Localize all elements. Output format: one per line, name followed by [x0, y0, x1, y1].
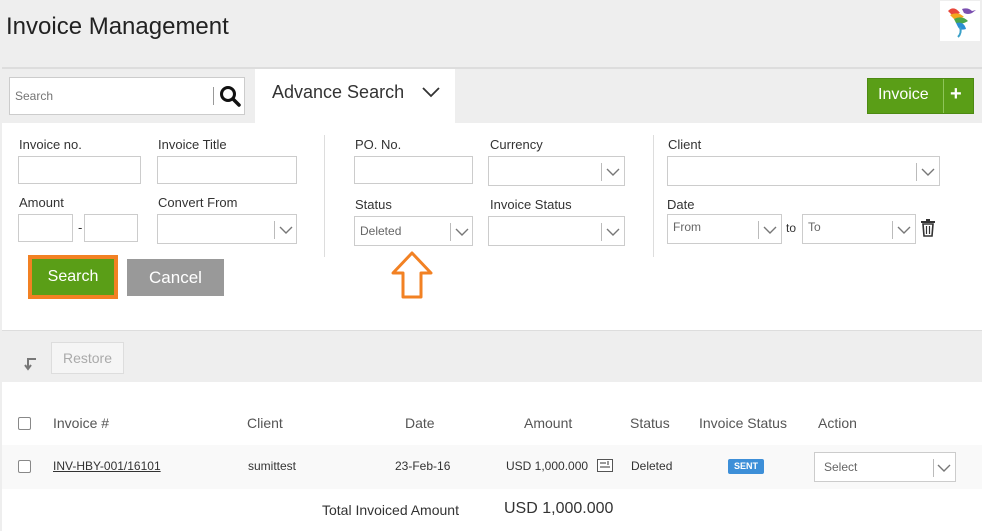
- date-label: Date: [667, 197, 695, 212]
- filter-divider: [324, 135, 325, 257]
- toolbar: Advance Search Invoice +: [2, 69, 982, 123]
- invoice-status-badge: SENT: [728, 459, 764, 474]
- row-date: 23-Feb-16: [395, 459, 451, 473]
- restore-button-label: Restore: [62, 350, 113, 366]
- page-title: Invoice Management: [6, 13, 229, 40]
- chevron-down-icon: [606, 228, 620, 236]
- client-label: Client: [668, 137, 702, 152]
- chevron-down-icon: [937, 464, 951, 472]
- chevron-down-icon: [897, 226, 911, 234]
- select-divider: [274, 221, 275, 239]
- select-divider: [916, 163, 917, 181]
- amount-dash: -: [78, 220, 83, 235]
- currency-label: Currency: [490, 137, 543, 152]
- amount-from-input[interactable]: [18, 214, 73, 242]
- chevron-down-icon: [455, 228, 469, 236]
- search-divider: [213, 87, 214, 105]
- date-from-value: From: [673, 220, 701, 234]
- plus-icon: +: [950, 83, 962, 105]
- select-divider: [450, 223, 451, 241]
- client-select[interactable]: [667, 156, 940, 186]
- row-action-select[interactable]: Select: [814, 452, 956, 482]
- column-header-invoice-no[interactable]: Invoice #: [53, 415, 109, 431]
- date-from-select[interactable]: From: [667, 214, 782, 244]
- search-button[interactable]: Search: [28, 255, 118, 299]
- row-client: sumittest: [248, 459, 297, 473]
- chevron-down-icon: [422, 87, 440, 98]
- select-divider: [933, 459, 934, 477]
- invoice-number-link[interactable]: INV-HBY-001/16101: [53, 459, 161, 473]
- invoice-title-label: Invoice Title: [158, 137, 227, 152]
- search-icon[interactable]: [219, 85, 241, 107]
- select-all-checkbox[interactable]: [18, 417, 31, 430]
- invoice-panel: Advance Search Invoice + Invoice no. Inv…: [2, 67, 982, 531]
- select-divider: [601, 223, 602, 241]
- hummingbird-logo-icon: [940, 1, 980, 41]
- restore-button[interactable]: Restore: [51, 342, 124, 374]
- total-invoiced-label: Total Invoiced Amount: [322, 502, 459, 518]
- date-to-text: to: [786, 221, 797, 235]
- column-header-action: Action: [818, 415, 857, 431]
- po-no-label: PO. No.: [355, 137, 402, 152]
- bulk-action-bar: Restore: [2, 330, 982, 382]
- select-divider: [758, 221, 759, 239]
- amount-label: Amount: [19, 195, 64, 210]
- row-amount: USD 1,000.000: [506, 459, 589, 473]
- status-label: Status: [355, 197, 392, 212]
- column-header-client[interactable]: Client: [247, 415, 283, 431]
- cancel-button-label: Cancel: [149, 268, 202, 287]
- date-to-value: To: [808, 220, 821, 234]
- chevron-down-icon: [279, 226, 293, 234]
- corner-arrow-icon[interactable]: [22, 355, 38, 371]
- amount-to-input[interactable]: [84, 214, 138, 242]
- column-header-date[interactable]: Date: [405, 415, 435, 431]
- select-divider: [601, 163, 602, 181]
- invoice-no-label: Invoice no.: [19, 137, 82, 152]
- quick-search: [9, 77, 245, 115]
- chevron-down-icon: [921, 168, 935, 176]
- chevron-down-icon: [606, 168, 620, 176]
- advance-search-tab[interactable]: Advance Search: [255, 69, 455, 123]
- total-invoiced-value: USD 1,000.000: [504, 500, 614, 517]
- select-divider: [892, 221, 893, 239]
- invoice-no-input[interactable]: [18, 156, 141, 184]
- trash-icon[interactable]: [920, 219, 936, 237]
- filter-divider: [653, 135, 654, 257]
- date-to-select[interactable]: To: [802, 214, 916, 244]
- status-select-value: Deleted: [360, 224, 402, 238]
- convert-from-select[interactable]: [157, 214, 297, 244]
- chevron-down-icon: [763, 226, 777, 234]
- column-header-amount[interactable]: Amount: [524, 415, 572, 431]
- row-checkbox[interactable]: [18, 460, 31, 473]
- up-arrow-annotation-icon: [391, 251, 433, 299]
- column-header-invoice-status[interactable]: Invoice Status: [699, 415, 787, 431]
- status-select[interactable]: Deleted: [354, 216, 473, 246]
- add-invoice-button[interactable]: Invoice +: [867, 78, 974, 114]
- row-status: Deleted: [631, 459, 673, 473]
- row-action-placeholder: Select: [824, 460, 858, 474]
- search-input[interactable]: [10, 78, 212, 114]
- currency-select[interactable]: [488, 156, 625, 186]
- convert-from-label: Convert From: [158, 195, 238, 210]
- currency-convert-icon[interactable]: [597, 459, 613, 472]
- search-button-label: Search: [47, 268, 99, 285]
- column-header-status[interactable]: Status: [630, 415, 670, 431]
- invoice-status-label: Invoice Status: [490, 197, 572, 212]
- invoice-status-select[interactable]: [488, 216, 625, 246]
- po-no-input[interactable]: [354, 156, 473, 184]
- invoice-title-input[interactable]: [157, 156, 297, 184]
- advance-search-label: Advance Search: [272, 82, 405, 102]
- invoice-button-divider: [943, 79, 944, 113]
- invoice-button-label: Invoice: [878, 86, 929, 103]
- cancel-button[interactable]: Cancel: [127, 259, 224, 296]
